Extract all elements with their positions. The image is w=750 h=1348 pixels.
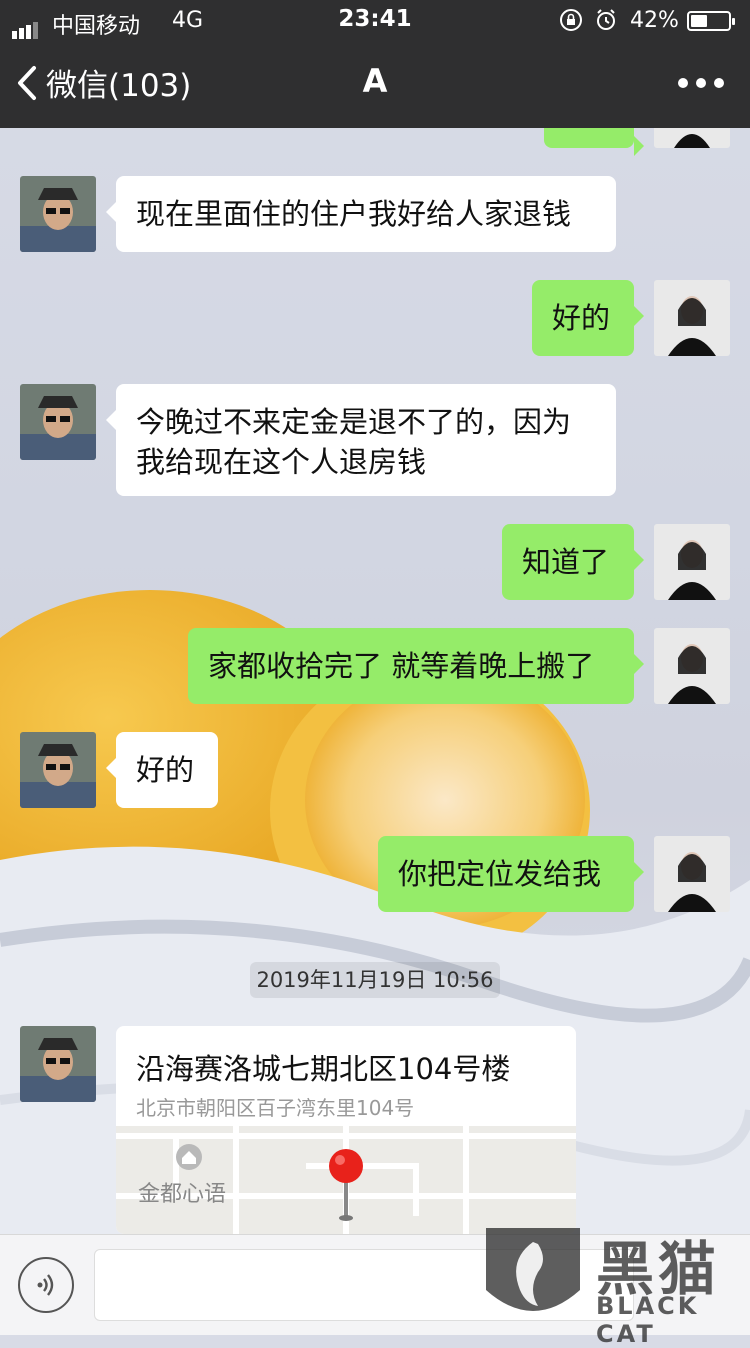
orientation-lock-icon (560, 9, 582, 31)
location-map-preview[interactable]: 金都心语 (116, 1126, 576, 1234)
my-avatar[interactable] (654, 836, 730, 912)
message-text: 你把定位发给我 (398, 857, 602, 891)
status-bar: 中国移动 4G 23:41 42% (0, 0, 750, 40)
input-bar (0, 1234, 750, 1335)
message-bubble-outgoing[interactable]: 好的 (532, 280, 644, 356)
contact-avatar[interactable] (20, 176, 96, 252)
location-message-card[interactable]: 沿海赛洛城七期北区104号楼 北京市朝阳区百子湾东里104号 金都心语 (116, 1026, 576, 1234)
location-name: 沿海赛洛城七期北区104号楼 (136, 1052, 511, 1086)
message-text: 好的 (552, 301, 611, 335)
battery-icon (687, 11, 735, 31)
message-bubble-outgoing[interactable]: 你把定位发给我 (378, 836, 644, 912)
message-text: 好的 (136, 753, 195, 787)
voice-icon[interactable] (18, 1257, 74, 1313)
battery-percent: 42% (630, 8, 679, 33)
message-bubble-incoming[interactable]: 今晚过不来定金是退不了的，因为 我给现在这个人退房钱 (106, 384, 616, 496)
alarm-icon (597, 9, 615, 30)
contact-avatar[interactable] (20, 1026, 96, 1102)
top-bar: 中国移动 4G 23:41 42% 微信(103) A (0, 0, 750, 128)
message-text-line-1: 今晚过不来定金是退不了的，因为 (136, 405, 572, 439)
location-address: 北京市朝阳区百子湾东里104号 (136, 1096, 415, 1120)
message-text: 知道了 (522, 545, 610, 579)
contact-avatar[interactable] (20, 384, 96, 460)
map-pin-icon (329, 1149, 363, 1221)
message-text: 现在里面住的住户我好给人家退钱 (136, 197, 572, 231)
message-timestamp: 2019年11月19日 10:56 (250, 962, 500, 998)
message-text: 家都收拾完了 就等着晚上搬了 (208, 649, 595, 683)
my-avatar[interactable] (654, 628, 730, 704)
my-avatar[interactable] (654, 280, 730, 356)
message-bubble-incoming[interactable]: 现在里面住的住户我好给人家退钱 (106, 176, 616, 252)
chat-title: A (362, 62, 388, 100)
message-text-line-2: 我给现在这个人退房钱 (136, 445, 427, 479)
message-bubble-outgoing[interactable]: 家都收拾完了 就等着晚上搬了 (188, 628, 644, 704)
message-bubble-incoming[interactable]: 好的 (106, 732, 218, 808)
message-input[interactable] (94, 1249, 634, 1321)
my-avatar[interactable] (654, 524, 730, 600)
contact-avatar[interactable] (20, 732, 96, 808)
map-poi-icon (176, 1144, 202, 1170)
map-poi-label: 金都心语 (138, 1182, 227, 1207)
more-dots-icon[interactable] (678, 78, 724, 88)
message-bubble-outgoing[interactable]: 知道了 (502, 524, 644, 600)
